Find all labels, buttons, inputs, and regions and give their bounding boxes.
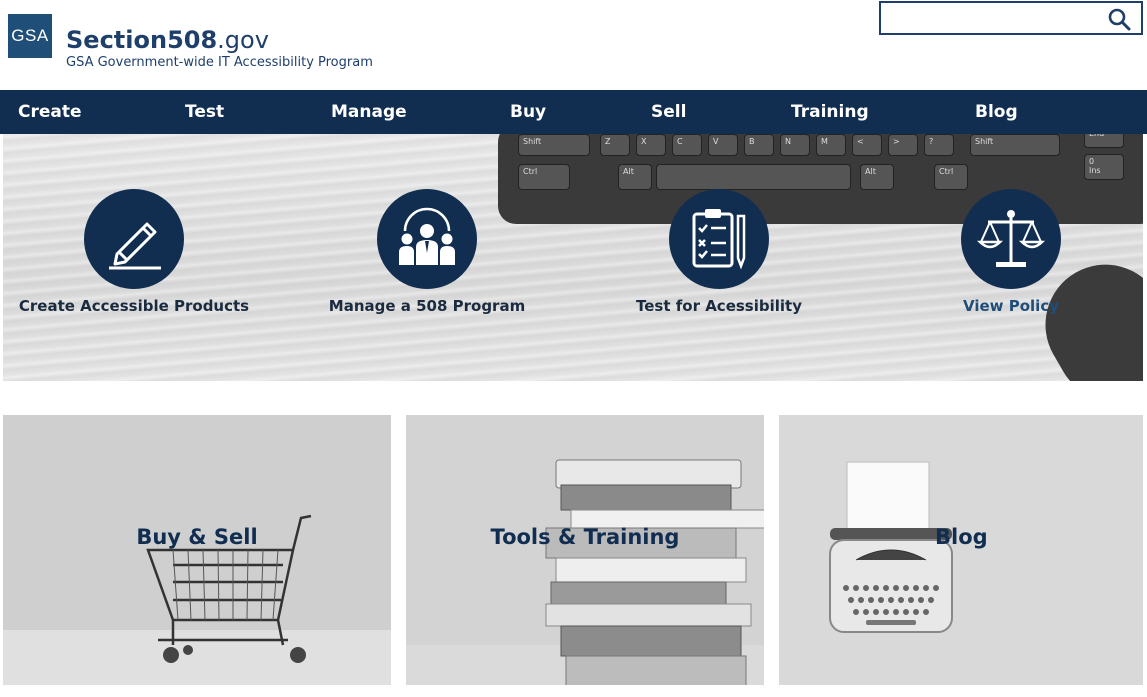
feature-label: View Policy (963, 297, 1059, 315)
feature-policy[interactable]: View Policy (861, 189, 1143, 315)
keyboard-key: Ctrl (518, 164, 570, 190)
gsa-logo[interactable]: GSA (8, 14, 52, 58)
scales-icon (976, 210, 1046, 267)
nav-item-blog[interactable]: Blog (975, 90, 1018, 134)
search-box (879, 1, 1143, 35)
search-input[interactable] (881, 3, 1101, 33)
hero-banner: Shift Z X C V B N M < > ? Shift Ctrl Alt… (3, 134, 1143, 381)
keyboard-key: Shift (518, 134, 590, 156)
keyboard-key: M (816, 134, 846, 156)
tile-title: Blog (935, 525, 988, 549)
keyboard-key: V (708, 134, 738, 156)
keyboard-key: Alt (618, 164, 652, 190)
nav-item-sell[interactable]: Sell (651, 90, 686, 134)
site-subtitle: GSA Government-wide IT Accessibility Pro… (66, 55, 373, 70)
tile-tools-training[interactable]: Tools & Training (406, 415, 764, 685)
feature-manage[interactable]: Manage a 508 Program (277, 189, 577, 315)
keyboard-key: C (672, 134, 702, 156)
feature-icon-circle (669, 189, 769, 289)
search-button[interactable] (1107, 7, 1131, 31)
nav-item-create[interactable]: Create (18, 90, 82, 134)
feature-create[interactable]: Create Accessible Products (3, 189, 284, 315)
site-title[interactable]: Section508.gov (66, 26, 269, 54)
keyboard-key: B (744, 134, 774, 156)
main-nav: Create Test Manage Buy Sell Training Blo… (0, 90, 1147, 134)
keyboard-key: End (1084, 134, 1124, 148)
nav-item-manage[interactable]: Manage (331, 90, 407, 134)
keyboard-key: N (780, 134, 810, 156)
keyboard-key: Alt (860, 164, 894, 190)
tile-buy-sell[interactable]: Buy & Sell (3, 415, 391, 685)
feature-icon-circle (84, 189, 184, 289)
tile-blog[interactable]: Blog (779, 415, 1143, 685)
keyboard-key: > (888, 134, 918, 156)
keyboard-key: Shift (970, 134, 1060, 156)
nav-item-training[interactable]: Training (791, 90, 869, 134)
keyboard-key: Z (600, 134, 630, 156)
site-header: GSA Section508.gov GSA Government-wide I… (0, 0, 1147, 90)
site-title-suffix: .gov (217, 26, 269, 54)
feature-label: Manage a 508 Program (328, 297, 526, 315)
feature-label: Create Accessible Products (18, 297, 250, 315)
keyboard-key-ins: Ins (1089, 166, 1101, 175)
keyboard-key-zero: 0 (1089, 157, 1095, 166)
checklist-icon (692, 209, 746, 270)
keyboard-key: < (852, 134, 882, 156)
tile-title: Buy & Sell (136, 525, 258, 549)
feature-icon-circle (377, 189, 477, 289)
feature-label: Test for Acessibility (636, 297, 802, 315)
search-icon (1108, 8, 1131, 31)
keyboard-spacebar (656, 164, 851, 190)
keyboard-key: 0 Ins (1084, 154, 1124, 180)
keyboard-key: Ctrl (934, 164, 968, 190)
feature-icon-circle (961, 189, 1061, 289)
keyboard-key: X (636, 134, 666, 156)
feature-test[interactable]: Test for Acessibility (569, 189, 869, 315)
book-stack-image (545, 459, 764, 685)
site-title-main: Section508 (66, 26, 218, 54)
gsa-logo-text: GSA (11, 26, 49, 45)
tile-title: Tools & Training (490, 525, 680, 549)
nav-item-test[interactable]: Test (185, 90, 224, 134)
nav-item-buy[interactable]: Buy (510, 90, 546, 134)
keyboard-key: ? (924, 134, 954, 156)
team-icon (399, 207, 455, 265)
pencil-icon (109, 222, 161, 270)
